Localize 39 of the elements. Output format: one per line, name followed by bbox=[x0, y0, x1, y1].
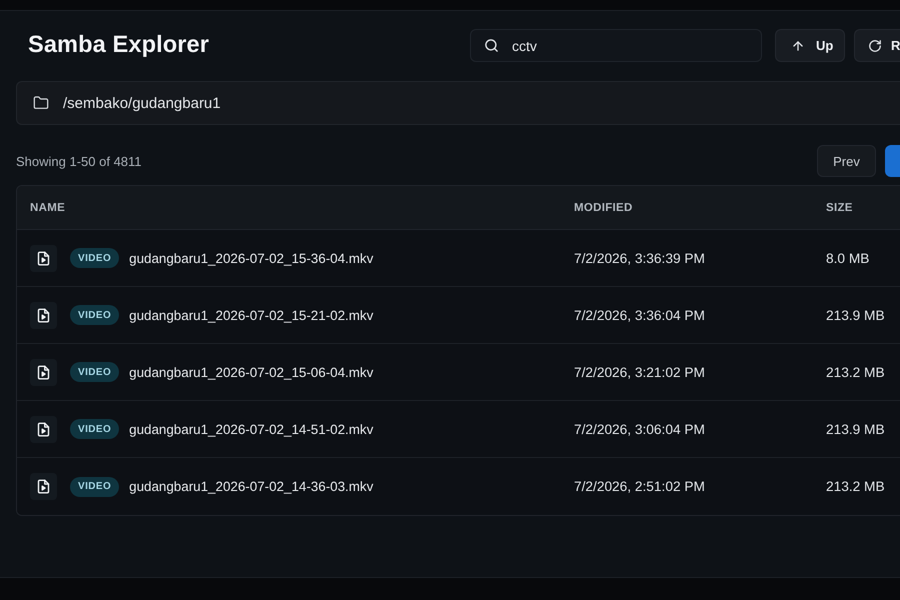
file-name[interactable]: gudangbaru1_2026-07-02_14-36-03.mkv bbox=[129, 479, 374, 494]
file-type-tag: VIDEO bbox=[70, 419, 120, 439]
file-size: 213.2 MB bbox=[826, 479, 885, 494]
column-header[interactable]: MODIFIED bbox=[574, 202, 633, 214]
modified-date: 7/2/2026, 3:06:04 PM bbox=[574, 422, 705, 436]
prev-button[interactable]: Prev bbox=[817, 145, 876, 177]
video-file-icon bbox=[30, 473, 57, 500]
video-file-icon bbox=[30, 416, 57, 442]
results-summary: Showing 1-50 of 4811 bbox=[16, 154, 142, 168]
search-field[interactable]: cctv bbox=[470, 29, 762, 62]
file-type-tag: VIDEO bbox=[70, 248, 120, 268]
file-name[interactable]: gudangbaru1_2026-07-02_15-06-04.mkv bbox=[129, 364, 374, 380]
refresh-button[interactable]: R bbox=[854, 29, 900, 62]
file-name[interactable]: gudangbaru1_2026-07-02_14-51-02.mkv bbox=[129, 422, 374, 436]
modified-date: 7/2/2026, 3:36:04 PM bbox=[574, 308, 705, 322]
up-button[interactable]: Up bbox=[775, 29, 845, 62]
file-size: 8.0 MB bbox=[826, 250, 870, 266]
path-text: /sembako/gudangbaru1 bbox=[63, 94, 221, 112]
app-title: Samba Explorer bbox=[28, 32, 210, 59]
file-type-tag: VIDEO bbox=[70, 305, 120, 325]
file-size: 213.9 MB bbox=[826, 308, 885, 322]
column-header[interactable]: NAME bbox=[30, 202, 66, 214]
column-header[interactable]: SIZE bbox=[826, 202, 853, 214]
file-size: 213.9 MB bbox=[826, 422, 885, 436]
video-file-icon bbox=[30, 244, 57, 272]
file-name[interactable]: gudangbaru1_2026-07-02_15-21-02.mkv bbox=[129, 308, 374, 322]
folder-icon bbox=[32, 95, 50, 111]
modified-date: 7/2/2026, 3:21:02 PM bbox=[574, 364, 705, 380]
video-file-icon bbox=[30, 302, 57, 328]
file-size: 213.2 MB bbox=[826, 364, 885, 380]
file-name[interactable]: gudangbaru1_2026-07-02_15-36-04.mkv bbox=[129, 250, 374, 266]
file-type-tag: VIDEO bbox=[70, 476, 120, 496]
file-type-tag: VIDEO bbox=[70, 362, 120, 382]
refresh-icon bbox=[868, 38, 882, 52]
video-file-icon bbox=[30, 358, 57, 386]
search-icon bbox=[484, 38, 499, 53]
modified-date: 7/2/2026, 2:51:02 PM bbox=[574, 479, 705, 494]
modified-date: 7/2/2026, 3:36:39 PM bbox=[574, 250, 705, 266]
page-button[interactable] bbox=[885, 145, 900, 177]
